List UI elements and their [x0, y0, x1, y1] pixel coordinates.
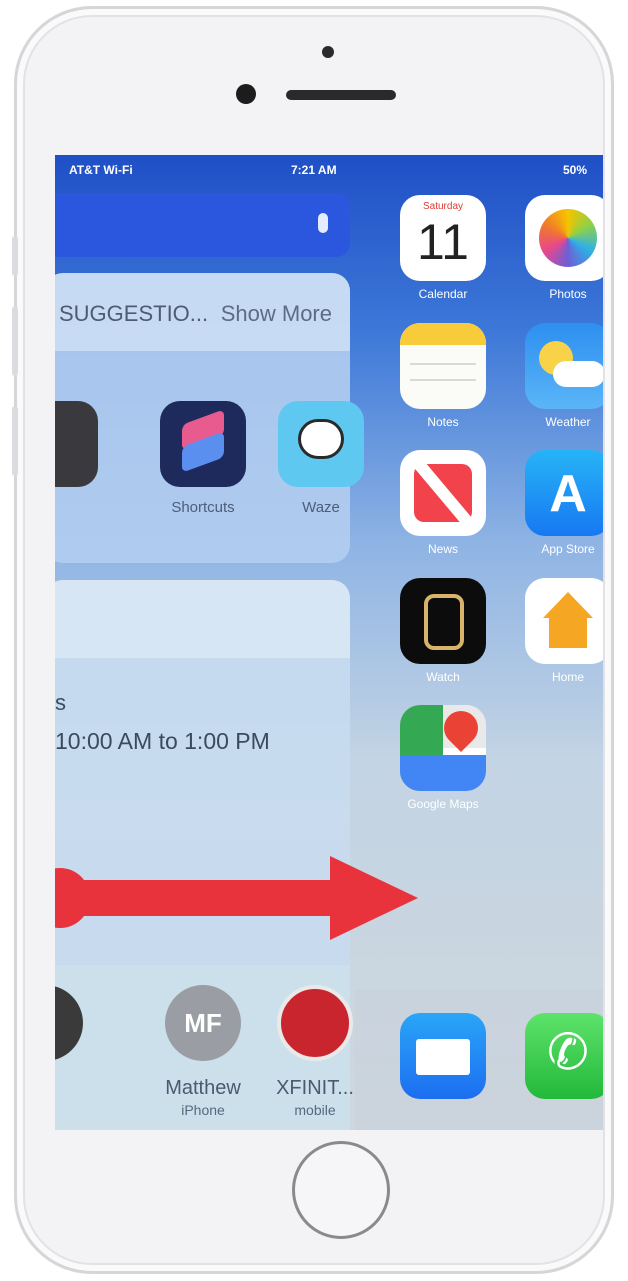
shortcuts-icon — [160, 401, 246, 487]
microphone-icon[interactable] — [318, 213, 328, 233]
app-label: Shortcuts — [171, 499, 235, 516]
watch-icon — [400, 578, 486, 664]
calendar-day-name: Saturday — [422, 201, 464, 212]
swipe-arrow-head — [330, 856, 418, 940]
swipe-arrow-shaft — [60, 880, 340, 916]
widget-header — [55, 580, 350, 658]
app-label: Google Maps — [407, 797, 479, 811]
app-news[interactable]: News — [387, 450, 499, 556]
mail-icon — [400, 1013, 486, 1099]
app-google-maps[interactable]: Google Maps — [387, 705, 499, 811]
app-label: App Store — [541, 542, 595, 556]
app-notes[interactable]: Notes — [387, 323, 499, 429]
app-label: Notes — [427, 415, 459, 429]
siri-suggestions-widget: SUGGESTIO... Show More Shortcuts Waze — [55, 273, 364, 563]
app-app-store[interactable]: A App Store — [512, 450, 603, 556]
home-icon — [525, 578, 603, 664]
battery-label: 50% — [562, 163, 587, 177]
contact-item[interactable]: XFINIT... mobile — [255, 985, 375, 1118]
search-bar[interactable] — [55, 193, 350, 257]
app-store-icon: A — [525, 450, 603, 536]
contact-subtitle: iPhone — [181, 1102, 225, 1118]
app-label: News — [427, 542, 458, 556]
calendar-icon: Saturday 11 — [400, 195, 486, 281]
contacts-widget: MF Matthew iPhone XFINIT... mobile — [55, 965, 354, 1130]
avatar — [55, 985, 83, 1061]
volume-down-button — [12, 406, 18, 476]
earpiece-speaker — [286, 90, 396, 100]
google-maps-icon — [400, 705, 486, 791]
contact-name: XFINIT... — [276, 1077, 354, 1099]
app-label: Weather — [545, 415, 591, 429]
carrier-label: AT&T Wi-Fi — [69, 163, 133, 177]
dock-app-phone[interactable]: ✆ — [512, 1013, 603, 1099]
suggested-app-partial[interactable] — [55, 401, 105, 487]
waze-icon — [278, 401, 364, 487]
event-time: 10:00 AM to 1:00 PM — [55, 728, 270, 754]
home-button[interactable] — [292, 1141, 390, 1239]
mute-switch — [12, 236, 18, 276]
app-watch[interactable]: Watch — [387, 578, 499, 684]
contact-name: Matthew — [165, 1077, 241, 1099]
contact-subtitle: mobile — [294, 1102, 336, 1118]
app-label: Waze — [302, 499, 340, 516]
photos-icon — [525, 195, 603, 281]
weather-icon — [525, 323, 603, 409]
news-icon — [400, 450, 486, 536]
phone-icon: ✆ — [525, 1013, 603, 1099]
widget-title: SUGGESTIO... — [59, 301, 209, 326]
app-label: Home — [551, 670, 584, 684]
dock-app-mail[interactable] — [387, 1013, 499, 1099]
contact-item[interactable]: MF Matthew iPhone — [143, 985, 263, 1118]
status-time: 7:21 AM — [291, 163, 337, 177]
avatar: MF — [165, 985, 241, 1061]
app-weather[interactable]: Weather — [512, 323, 603, 429]
app-calendar[interactable]: Saturday 11 Calendar — [387, 195, 499, 301]
app-label: Photos — [549, 287, 587, 301]
today-view: SUGGESTIO... Show More Shortcuts Waze s … — [55, 185, 364, 1130]
status-bar: AT&T Wi-Fi 7:21 AM 50% — [55, 155, 603, 185]
suggested-app-waze[interactable]: Waze — [271, 401, 371, 516]
volume-up-button — [12, 306, 18, 376]
front-camera — [236, 84, 256, 104]
contact-partial[interactable] — [55, 985, 105, 1061]
suggested-app-shortcuts[interactable]: Shortcuts — [153, 401, 253, 516]
app-home[interactable]: Home — [512, 578, 603, 684]
proximity-sensor — [322, 46, 334, 58]
app-icon — [55, 401, 98, 487]
show-more-button[interactable]: Show More — [221, 301, 332, 327]
event-title: s — [55, 690, 66, 715]
calendar-day-number: 11 — [417, 214, 469, 270]
notes-icon — [400, 323, 486, 409]
xfinity-avatar — [277, 985, 353, 1061]
app-photos[interactable]: Photos — [512, 195, 603, 301]
app-label: Watch — [426, 670, 460, 684]
app-label: Calendar — [418, 287, 468, 301]
phone-screen: AT&T Wi-Fi 7:21 AM 50% Saturday 11 Calen… — [55, 155, 603, 1130]
